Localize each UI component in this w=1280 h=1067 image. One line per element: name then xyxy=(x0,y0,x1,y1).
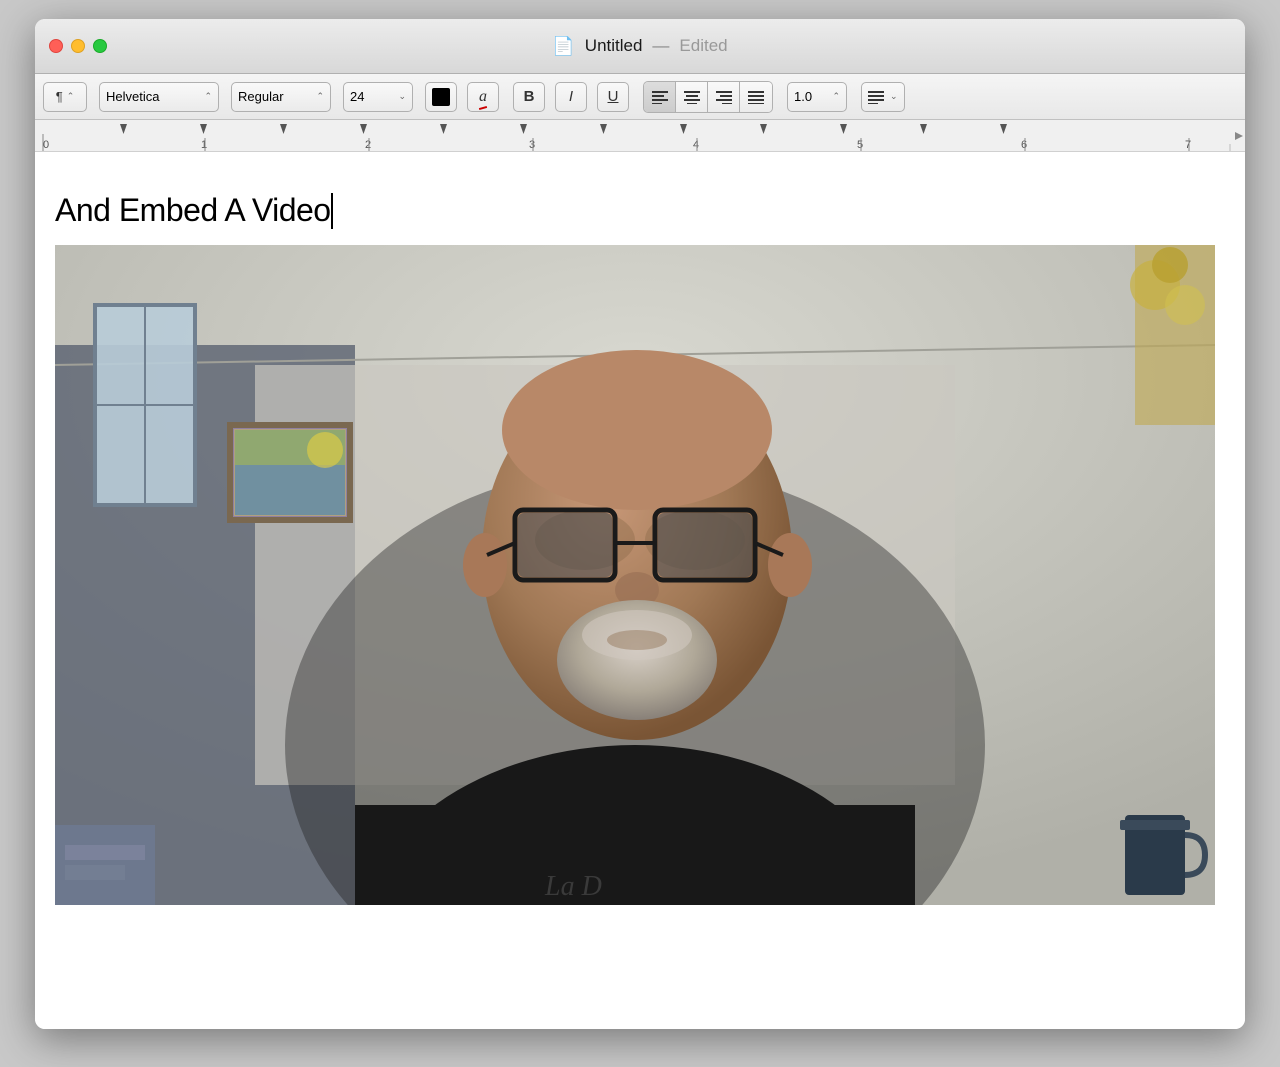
line-spacing-chevron: ⌃ xyxy=(832,91,840,102)
svg-text:2: 2 xyxy=(365,139,371,151)
align-center-button[interactable] xyxy=(676,82,708,112)
align-justify-icon xyxy=(748,90,764,104)
paragraph-style-button[interactable]: ¶ ⌃ xyxy=(43,82,87,112)
align-right-button[interactable] xyxy=(708,82,740,112)
color-black-indicator xyxy=(432,88,450,106)
heading-text: And Embed A Video xyxy=(55,192,331,228)
ruler: 0 1 2 3 4 5 6 xyxy=(35,120,1245,152)
underline-label: U xyxy=(608,88,619,105)
font-color-a-icon: a xyxy=(479,88,487,106)
svg-text:6: 6 xyxy=(1021,139,1027,151)
embedded-video[interactable]: La D xyxy=(55,245,1215,905)
align-right-icon xyxy=(716,90,732,104)
app-window: 📄 Untitled — Edited ¶ ⌃ Helvetica ⌃ Regu… xyxy=(35,19,1245,1029)
font-name-label: Helvetica xyxy=(106,89,200,104)
text-cursor xyxy=(331,193,333,229)
font-color-button[interactable]: a xyxy=(467,82,499,112)
italic-label: I xyxy=(569,88,573,105)
list-button[interactable]: ⌄ xyxy=(861,82,905,112)
italic-button[interactable]: I xyxy=(555,82,587,112)
align-center-icon xyxy=(684,90,700,104)
alignment-group xyxy=(643,81,773,113)
document-title: Untitled xyxy=(585,36,643,56)
paragraph-icon: ¶ xyxy=(56,89,63,104)
line-spacing-label: 1.0 xyxy=(794,89,828,104)
svg-text:7: 7 xyxy=(1185,139,1191,151)
font-size-label: 24 xyxy=(350,89,394,104)
bold-button[interactable]: B xyxy=(513,82,545,112)
edited-indicator: Edited xyxy=(679,36,727,56)
style-name-label: Regular xyxy=(238,89,312,104)
ruler-svg: 0 1 2 3 4 5 6 xyxy=(35,120,1245,152)
svg-text:0: 0 xyxy=(43,139,49,151)
font-chevron: ⌃ xyxy=(204,91,212,102)
video-content: La D xyxy=(55,245,1215,905)
svg-text:4: 4 xyxy=(693,139,699,151)
svg-text:1: 1 xyxy=(201,139,207,151)
svg-text:5: 5 xyxy=(857,139,863,151)
font-selector[interactable]: Helvetica ⌃ xyxy=(99,82,219,112)
traffic-lights xyxy=(35,39,107,53)
maximize-button[interactable] xyxy=(93,39,107,53)
svg-text:3: 3 xyxy=(529,139,535,151)
close-button[interactable] xyxy=(49,39,63,53)
align-left-button[interactable] xyxy=(644,82,676,112)
font-size-chevron: ⌄ xyxy=(398,91,406,102)
bold-label: B xyxy=(524,88,535,105)
title-separator: — xyxy=(652,36,669,56)
svg-text:La D: La D xyxy=(544,871,602,902)
underline-button[interactable]: U xyxy=(597,82,629,112)
font-size-selector[interactable]: 24 ⌄ xyxy=(343,82,413,112)
list-chevron: ⌄ xyxy=(890,91,898,102)
toolbar: ¶ ⌃ Helvetica ⌃ Regular ⌃ 24 ⌄ a xyxy=(35,74,1245,120)
title-area: 📄 Untitled — Edited xyxy=(552,36,727,57)
list-icon xyxy=(868,90,884,104)
document-heading: And Embed A Video xyxy=(55,192,1225,229)
document-icon: 📄 xyxy=(552,36,574,57)
align-justify-button[interactable] xyxy=(740,82,772,112)
style-selector[interactable]: Regular ⌃ xyxy=(231,82,331,112)
line-spacing-selector[interactable]: 1.0 ⌃ xyxy=(787,82,847,112)
document-content[interactable]: And Embed A Video xyxy=(35,152,1245,1029)
style-chevron: ⌃ xyxy=(316,91,324,102)
title-bar: 📄 Untitled — Edited xyxy=(35,19,1245,74)
text-color-swatch[interactable] xyxy=(425,82,457,112)
minimize-button[interactable] xyxy=(71,39,85,53)
paragraph-chevron: ⌃ xyxy=(67,91,75,102)
align-left-icon xyxy=(652,90,668,104)
